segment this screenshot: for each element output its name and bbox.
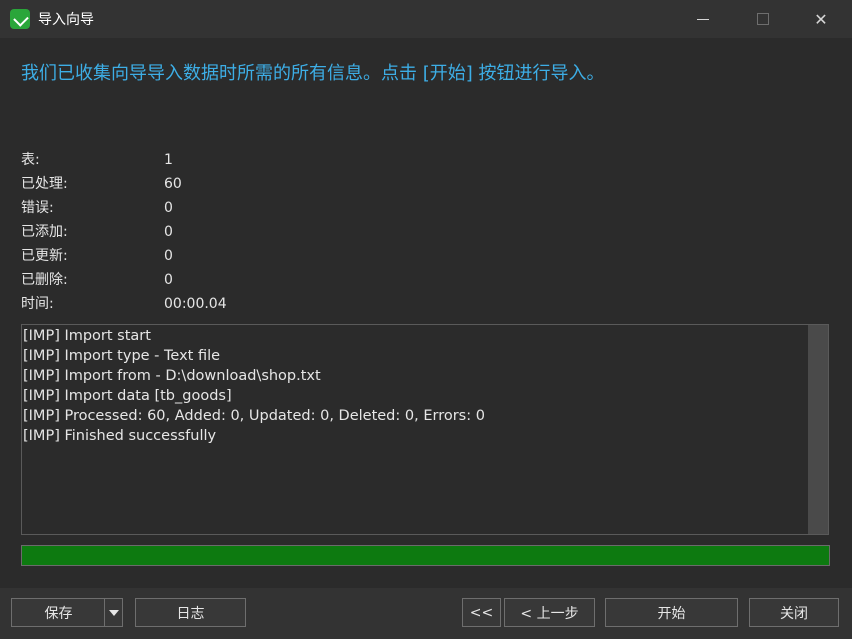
minimize-button[interactable]: [674, 0, 732, 38]
close-window-button[interactable]: ✕: [792, 0, 850, 38]
log-lines: [IMP] Import start [IMP] Import type - T…: [22, 326, 808, 446]
intro-message: 我们已收集向导导入数据时所需的所有信息。点击 [开始] 按钮进行导入。: [21, 63, 605, 84]
stat-label: 错误:: [21, 200, 54, 216]
stat-value: 0: [164, 248, 173, 264]
stat-label: 表:: [21, 152, 40, 168]
title-bar[interactable]: 导入向导 ✕: [0, 0, 852, 38]
close-button[interactable]: 关闭: [749, 598, 839, 627]
stat-label: 已处理:: [21, 176, 68, 192]
log-line: [IMP] Import from - D:\download\shop.txt: [23, 368, 321, 384]
log-line: [IMP] Finished successfully: [23, 428, 217, 444]
stat-value: 0: [164, 224, 173, 240]
stat-label: 时间:: [21, 296, 54, 312]
import-wizard-icon: [10, 9, 30, 29]
log-line: [IMP] Import type - Text file: [23, 348, 221, 364]
stat-label: 已更新:: [21, 248, 68, 264]
stat-label: 已删除:: [21, 272, 68, 288]
previous-step-button[interactable]: < 上一步: [504, 598, 595, 627]
start-button[interactable]: 开始: [605, 598, 738, 627]
log-line: [IMP] Processed: 60, Added: 0, Updated: …: [23, 408, 485, 424]
log-line: [IMP] Import data [tb_goods]: [23, 388, 232, 404]
log-button[interactable]: 日志: [135, 598, 246, 627]
progress-bar: [21, 545, 830, 566]
chevron-down-icon: [108, 609, 119, 616]
log-line: [IMP] Import start: [23, 328, 151, 344]
import-wizard-window: 导入向导 ✕ 我们已收集向导导入数据时所需的所有信息。点击 [开始] 按钮进行导…: [0, 0, 852, 639]
maximize-button: [734, 0, 792, 38]
window-title: 导入向导: [38, 12, 94, 28]
stat-value: 1: [164, 152, 173, 168]
stat-value: 60: [164, 176, 182, 192]
stat-value: 00:00.04: [164, 296, 227, 312]
maximize-icon: [757, 13, 769, 25]
log-output[interactable]: [IMP] Import start [IMP] Import type - T…: [21, 324, 829, 535]
save-button[interactable]: 保存: [11, 598, 105, 627]
progress-fill: [22, 546, 829, 565]
stat-value: 0: [164, 272, 173, 288]
minimize-icon: [697, 18, 709, 20]
first-step-button[interactable]: <<: [462, 598, 501, 627]
stat-label: 已添加:: [21, 224, 68, 240]
footer-bar: 保存 日志 << < 上一步 开始 关闭: [0, 588, 852, 639]
close-icon: ✕: [814, 9, 828, 29]
log-scrollbar[interactable]: [808, 325, 828, 534]
stat-value: 0: [164, 200, 173, 216]
save-dropdown-button[interactable]: [104, 598, 123, 627]
